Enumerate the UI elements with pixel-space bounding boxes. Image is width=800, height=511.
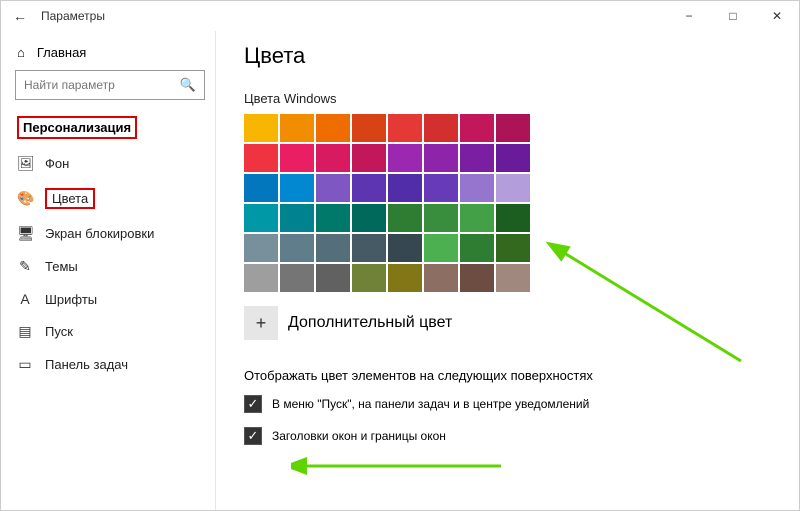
color-swatch-12[interactable] bbox=[388, 144, 422, 172]
nav-label: Темы bbox=[45, 259, 78, 274]
nav-label: Фон bbox=[45, 156, 69, 171]
color-palette bbox=[244, 114, 779, 292]
color-swatch-32[interactable] bbox=[244, 234, 278, 262]
nav-icon: 🖥 bbox=[17, 225, 33, 242]
sidebar-item-3[interactable]: ✎ Темы bbox=[15, 250, 205, 283]
color-swatch-45[interactable] bbox=[424, 264, 458, 292]
color-swatch-39[interactable] bbox=[496, 234, 530, 262]
color-swatch-13[interactable] bbox=[424, 144, 458, 172]
color-swatch-2[interactable] bbox=[316, 114, 350, 142]
color-swatch-9[interactable] bbox=[280, 144, 314, 172]
checkbox-row-0: ✓ В меню "Пуск", на панели задач и в цент… bbox=[244, 395, 779, 413]
color-swatch-28[interactable] bbox=[388, 204, 422, 232]
color-swatch-7[interactable] bbox=[496, 114, 530, 142]
color-swatch-40[interactable] bbox=[244, 264, 278, 292]
color-swatch-33[interactable] bbox=[280, 234, 314, 262]
search-box[interactable]: 🔍 bbox=[15, 70, 205, 100]
minimize-button[interactable]: − bbox=[667, 1, 711, 31]
surfaces-heading: Отображать цвет элементов на следующих п… bbox=[244, 368, 779, 383]
checkbox[interactable]: ✓ bbox=[244, 427, 262, 445]
nav-label: Цвета bbox=[45, 188, 95, 209]
sidebar-item-4[interactable]: A Шрифты bbox=[15, 283, 205, 315]
sidebar-item-1[interactable]: 🎨 Цвета bbox=[15, 180, 205, 217]
color-swatch-46[interactable] bbox=[460, 264, 494, 292]
sidebar: ⌂ Главная 🔍 Персонализация 🖼 Фон 🎨 Цвета 🖥 Эк… bbox=[1, 31, 216, 510]
color-swatch-38[interactable] bbox=[460, 234, 494, 262]
color-swatch-27[interactable] bbox=[352, 204, 386, 232]
color-swatch-3[interactable] bbox=[352, 114, 386, 142]
close-button[interactable]: ✕ bbox=[755, 1, 799, 31]
color-swatch-23[interactable] bbox=[496, 174, 530, 202]
nav-icon: 🎨 bbox=[17, 190, 33, 207]
color-swatch-16[interactable] bbox=[244, 174, 278, 202]
color-swatch-22[interactable] bbox=[460, 174, 494, 202]
color-swatch-35[interactable] bbox=[352, 234, 386, 262]
nav-icon: ✎ bbox=[17, 258, 33, 275]
color-swatch-30[interactable] bbox=[460, 204, 494, 232]
nav-icon: ▤ bbox=[17, 323, 33, 340]
sidebar-item-5[interactable]: ▤ Пуск bbox=[15, 315, 205, 348]
checkbox-label: В меню "Пуск", на панели задач и в центр… bbox=[272, 397, 589, 411]
color-swatch-25[interactable] bbox=[280, 204, 314, 232]
nav-icon: A bbox=[17, 291, 33, 307]
color-swatch-21[interactable] bbox=[424, 174, 458, 202]
nav-label: Шрифты bbox=[45, 292, 97, 307]
color-swatch-1[interactable] bbox=[280, 114, 314, 142]
home-label: Главная bbox=[37, 45, 86, 60]
color-swatch-47[interactable] bbox=[496, 264, 530, 292]
back-icon[interactable]: ← bbox=[13, 8, 27, 24]
color-swatch-44[interactable] bbox=[388, 264, 422, 292]
home-button[interactable]: ⌂ Главная bbox=[15, 39, 205, 70]
color-swatch-43[interactable] bbox=[352, 264, 386, 292]
maximize-button[interactable]: □ bbox=[711, 1, 755, 31]
nav-label: Экран блокировки bbox=[45, 226, 154, 241]
checkbox-row-1: ✓ Заголовки окон и границы окон bbox=[244, 427, 779, 445]
color-swatch-34[interactable] bbox=[316, 234, 350, 262]
section-label: Персонализация bbox=[17, 116, 137, 139]
nav-label: Пуск bbox=[45, 324, 73, 339]
color-swatch-10[interactable] bbox=[316, 144, 350, 172]
home-icon: ⌂ bbox=[17, 45, 25, 60]
window-title: Параметры bbox=[41, 9, 105, 23]
color-swatch-36[interactable] bbox=[388, 234, 422, 262]
color-swatch-19[interactable] bbox=[352, 174, 386, 202]
color-swatch-5[interactable] bbox=[424, 114, 458, 142]
color-swatch-26[interactable] bbox=[316, 204, 350, 232]
color-swatch-31[interactable] bbox=[496, 204, 530, 232]
search-icon: 🔍 bbox=[180, 77, 196, 93]
color-swatch-41[interactable] bbox=[280, 264, 314, 292]
section-header: Персонализация bbox=[15, 112, 205, 147]
add-color-row[interactable]: + Дополнительный цвет bbox=[244, 306, 779, 340]
color-swatch-15[interactable] bbox=[496, 144, 530, 172]
color-swatch-18[interactable] bbox=[316, 174, 350, 202]
color-swatch-20[interactable] bbox=[388, 174, 422, 202]
sidebar-item-0[interactable]: 🖼 Фон bbox=[15, 147, 205, 180]
palette-heading: Цвета Windows bbox=[244, 91, 779, 106]
color-swatch-0[interactable] bbox=[244, 114, 278, 142]
color-swatch-42[interactable] bbox=[316, 264, 350, 292]
titlebar: ← Параметры − □ ✕ bbox=[1, 1, 799, 31]
color-swatch-8[interactable] bbox=[244, 144, 278, 172]
main-content: Цвета Цвета Windows + Дополнительный цве… bbox=[216, 31, 799, 510]
checkbox-label: Заголовки окон и границы окон bbox=[272, 429, 446, 443]
search-input[interactable] bbox=[24, 78, 180, 92]
color-swatch-6[interactable] bbox=[460, 114, 494, 142]
color-swatch-29[interactable] bbox=[424, 204, 458, 232]
page-title: Цвета bbox=[244, 43, 779, 69]
color-swatch-37[interactable] bbox=[424, 234, 458, 262]
plus-icon[interactable]: + bbox=[244, 306, 278, 340]
sidebar-item-6[interactable]: ▭ Панель задач bbox=[15, 348, 205, 381]
color-swatch-4[interactable] bbox=[388, 114, 422, 142]
color-swatch-14[interactable] bbox=[460, 144, 494, 172]
color-swatch-24[interactable] bbox=[244, 204, 278, 232]
nav-icon: ▭ bbox=[17, 356, 33, 373]
sidebar-item-2[interactable]: 🖥 Экран блокировки bbox=[15, 217, 205, 250]
nav-icon: 🖼 bbox=[17, 155, 33, 172]
checkbox[interactable]: ✓ bbox=[244, 395, 262, 413]
nav-label: Панель задач bbox=[45, 357, 128, 372]
color-swatch-11[interactable] bbox=[352, 144, 386, 172]
window-controls: − □ ✕ bbox=[667, 1, 799, 31]
color-swatch-17[interactable] bbox=[280, 174, 314, 202]
add-color-label: Дополнительный цвет bbox=[288, 314, 452, 332]
